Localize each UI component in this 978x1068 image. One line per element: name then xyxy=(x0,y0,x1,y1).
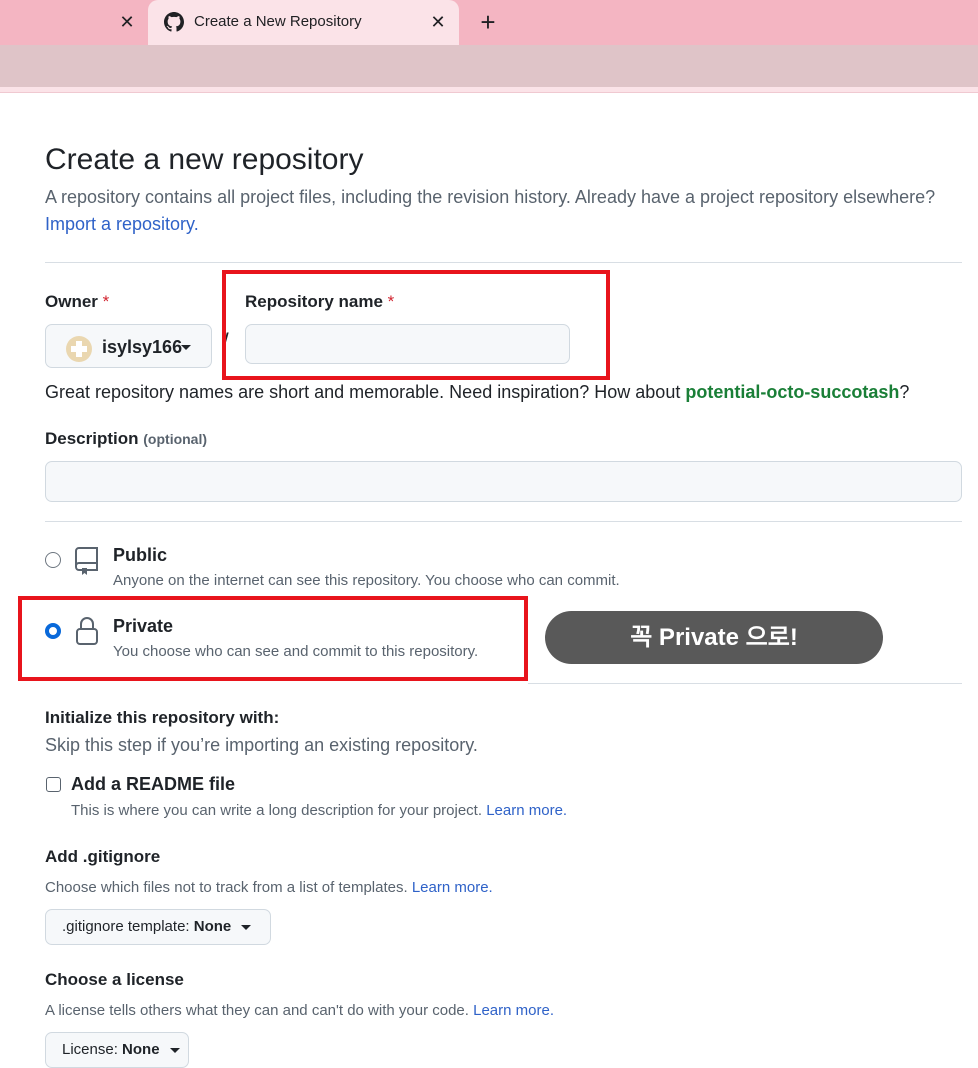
license-learn-more-link[interactable]: Learn more. xyxy=(473,1002,554,1019)
owner-label: Owner * xyxy=(45,292,110,311)
readme-learn-more-link[interactable]: Learn more. xyxy=(486,802,567,819)
repository-name-hint: Great repository names are short and mem… xyxy=(45,382,910,402)
license-title: Choose a license xyxy=(45,970,184,989)
divider xyxy=(45,521,962,522)
public-description: Anyone on the internet can see this repo… xyxy=(113,572,620,589)
page-subtitle: A repository contains all project files,… xyxy=(45,187,936,207)
new-tab-button[interactable]: + xyxy=(474,6,502,38)
browser-toolbar xyxy=(0,45,978,87)
initialize-subtitle: Skip this step if you’re importing an ex… xyxy=(45,735,478,755)
public-title: Public xyxy=(113,545,168,565)
browser-toolbar-edge xyxy=(0,87,978,93)
avatar xyxy=(66,336,92,362)
tab-create-repository[interactable]: Create a New Repository ✕ xyxy=(148,0,459,45)
page-title: Create a new repository xyxy=(45,143,364,176)
public-radio[interactable] xyxy=(45,552,61,568)
divider xyxy=(528,683,962,684)
tab-close-icon[interactable]: ✕ xyxy=(426,10,450,34)
description-input[interactable] xyxy=(45,461,962,502)
private-callout-annotation: 꼭 Private 으로! xyxy=(545,611,883,664)
readme-description: This is where you can write a long descr… xyxy=(71,802,568,819)
initialize-title: Initialize this repository with: xyxy=(45,708,280,727)
gitignore-learn-more-link[interactable]: Learn more. xyxy=(412,879,493,896)
gitignore-template-select[interactable]: .gitignore template: None xyxy=(45,909,271,945)
owner-select-button[interactable]: isylsy166 xyxy=(45,324,212,368)
owner-name: isylsy166 xyxy=(102,337,183,357)
license-description: A license tells others what they can and… xyxy=(45,1002,554,1019)
tab-title: Create a New Repository xyxy=(194,13,362,30)
highlight-box-private xyxy=(18,596,528,681)
description-label: Description (optional) xyxy=(45,429,208,448)
caret-down-icon xyxy=(181,345,191,350)
gitignore-description: Choose which files not to track from a l… xyxy=(45,879,493,896)
gitignore-title: Add .gitignore xyxy=(45,847,161,866)
caret-down-icon xyxy=(169,1047,180,1053)
previous-tab-close-icon[interactable]: ✕ xyxy=(115,10,139,34)
highlight-box-repository-name xyxy=(222,270,610,380)
browser-tab-strip: ✕ Create a New Repository ✕ + xyxy=(0,0,978,45)
readme-checkbox[interactable] xyxy=(46,777,61,792)
repo-icon xyxy=(75,547,98,575)
suggested-name-link[interactable]: potential-octo-succotash xyxy=(685,382,899,402)
divider xyxy=(45,262,962,263)
caret-down-icon xyxy=(241,924,252,930)
import-repository-link[interactable]: Import a repository. xyxy=(45,214,199,235)
readme-label[interactable]: Add a README file xyxy=(71,774,235,795)
github-icon xyxy=(164,12,184,32)
